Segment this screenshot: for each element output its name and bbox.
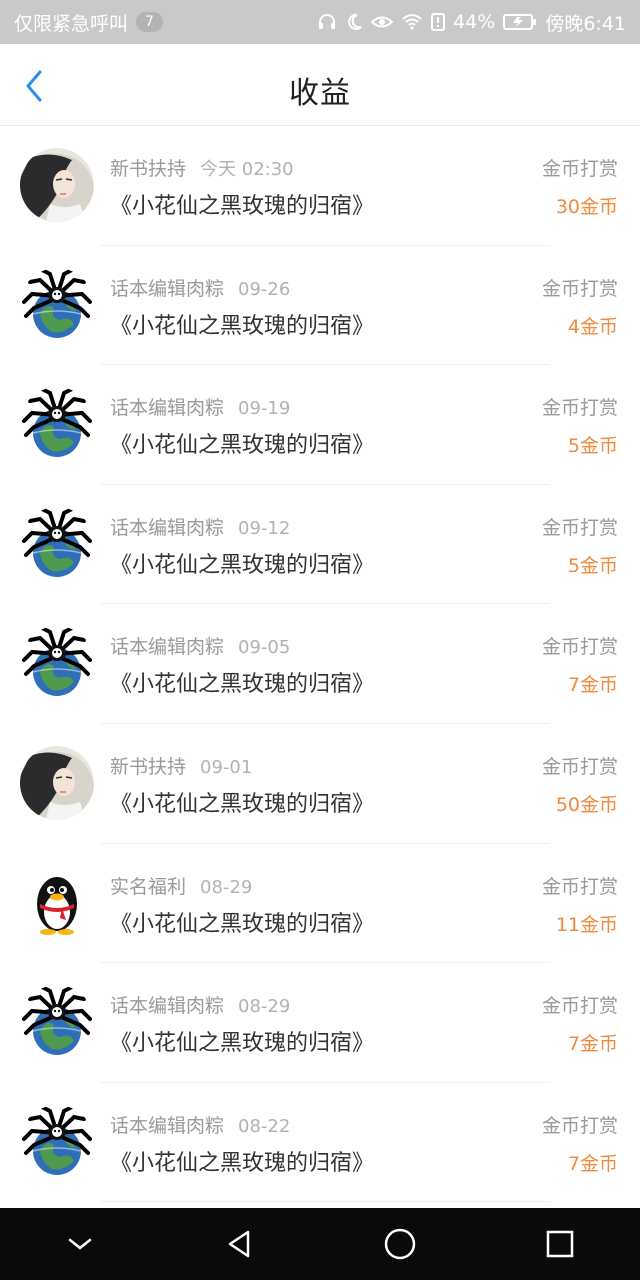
- item-source: 话本编辑肉粽: [110, 397, 225, 420]
- item-time: 今天 02:30: [200, 159, 294, 180]
- item-book-title: 《小花仙之黑玫瑰的归宿》: [110, 791, 375, 817]
- item-time: 08-22: [238, 1115, 291, 1137]
- home-circle-icon: [384, 1228, 416, 1260]
- moon-icon: [345, 13, 363, 31]
- item-book-title: 《小花仙之黑玫瑰的归宿》: [110, 672, 375, 698]
- item-amount: 11金币: [555, 913, 618, 936]
- status-right: 44% 傍晚6:41: [317, 9, 626, 36]
- item-reward-type: 金币打赏: [541, 158, 618, 180]
- item-reward-type: 金币打赏: [541, 277, 618, 300]
- item-amount: 4金币: [567, 315, 618, 338]
- eye-icon: [371, 13, 394, 31]
- item-source: 话本编辑肉粽: [110, 636, 225, 659]
- app-header: 收益: [0, 44, 640, 126]
- item-amount: 5金币: [567, 554, 618, 577]
- item-book-title: 《小花仙之黑玫瑰的归宿》: [110, 433, 375, 459]
- item-meta: 新书扶持 09-01: [110, 752, 252, 779]
- notification-count-badge: 7: [136, 12, 163, 32]
- item-amount: 30金币: [555, 196, 618, 218]
- item-book-title: 《小花仙之黑玫瑰的归宿》: [110, 1031, 375, 1057]
- item-source: 话本编辑肉粽: [110, 1114, 225, 1137]
- item-amount: 50金币: [555, 793, 618, 816]
- item-source: 话本编辑肉粽: [110, 277, 225, 300]
- item-time: 09-01: [200, 756, 253, 778]
- globe-spider-avatar[interactable]: [20, 267, 94, 342]
- recents-square-icon: [546, 1230, 574, 1258]
- penguin-avatar[interactable]: [20, 866, 94, 940]
- item-reward-type: 金币打赏: [541, 995, 618, 1018]
- row-divider: [100, 1201, 550, 1203]
- item-book-title: 《小花仙之黑玫瑰的归宿》: [110, 552, 375, 578]
- item-time: 08-29: [238, 996, 291, 1018]
- globe-spider-avatar[interactable]: [20, 387, 94, 461]
- item-book-title: 《小花仙之黑玫瑰的归宿》: [110, 1150, 375, 1176]
- earnings-list-item[interactable]: 话本编辑肉粽 08-22 《小花仙之黑玫瑰的归宿》 金币打赏 7金币: [0, 1083, 640, 1203]
- item-meta: 话本编辑肉粽 08-22: [110, 1111, 290, 1138]
- item-time: 09-12: [238, 517, 291, 539]
- carrier-text: 仅限紧急呼叫: [14, 12, 129, 35]
- item-time: 08-29: [200, 876, 253, 898]
- item-reward-type: 金币打赏: [541, 636, 618, 659]
- item-meta: 话本编辑肉粽 09-26: [110, 274, 290, 301]
- earnings-list-item[interactable]: 话本编辑肉粽 09-26 《小花仙之黑玫瑰的归宿》 金币打赏 4金币: [0, 246, 640, 366]
- item-reward-type: 金币打赏: [541, 1114, 618, 1137]
- collapse-button[interactable]: [50, 1214, 110, 1274]
- item-meta: 实名福利 08-29: [110, 872, 252, 899]
- earnings-list-item[interactable]: 话本编辑肉粽 09-19 《小花仙之黑玫瑰的归宿》 金币打赏 5金币: [0, 365, 640, 485]
- item-time: 09-05: [238, 637, 291, 659]
- item-reward-type: 金币打赏: [541, 516, 618, 539]
- nav-back-button[interactable]: [210, 1214, 270, 1274]
- earnings-list-item[interactable]: 实名福利 08-29 《小花仙之黑玫瑰的归宿》 金币打赏 11金币: [0, 844, 640, 964]
- earnings-list: 新书扶持 今天 02:30 《小花仙之黑玫瑰的归宿》 金币打赏 30金币 话本编辑肉粽 09…: [0, 126, 640, 1203]
- nav-home-button[interactable]: [370, 1214, 430, 1274]
- battery-percent: 44%: [453, 11, 496, 33]
- wifi-icon: [401, 13, 423, 31]
- collapse-icon: [68, 1238, 92, 1250]
- item-book-title: 《小花仙之黑玫瑰的归宿》: [110, 313, 375, 339]
- item-meta: 话本编辑肉粽 09-05: [110, 632, 290, 659]
- earnings-list-item[interactable]: 新书扶持 09-01 《小花仙之黑玫瑰的归宿》 金币打赏 50金币: [0, 724, 640, 844]
- item-source: 实名福利: [110, 875, 187, 898]
- earnings-list-item[interactable]: 话本编辑肉粽 08-29 《小花仙之黑玫瑰的归宿》 金币打赏 7金币: [0, 963, 640, 1083]
- item-meta: 话本编辑肉粽 09-12: [110, 513, 290, 540]
- globe-spider-avatar[interactable]: [20, 1104, 94, 1179]
- item-book-title: 《小花仙之黑玫瑰的归宿》: [110, 194, 375, 219]
- item-source: 新书扶持: [110, 158, 187, 180]
- earnings-list-item[interactable]: 新书扶持 今天 02:30 《小花仙之黑玫瑰的归宿》 金币打赏 30金币: [0, 126, 640, 246]
- clock-time: 傍晚6:41: [545, 12, 626, 35]
- earnings-list-item[interactable]: 话本编辑肉粽 09-05 《小花仙之黑玫瑰的归宿》 金币打赏 7金币: [0, 604, 640, 724]
- earnings-list-item[interactable]: 话本编辑肉粽 09-12 《小花仙之黑玫瑰的归宿》 金币打赏 5金币: [0, 485, 640, 605]
- item-meta: 话本编辑肉粽 09-19: [110, 393, 290, 420]
- item-meta: 话本编辑肉粽 08-29: [110, 991, 290, 1018]
- item-amount: 7金币: [567, 1033, 618, 1056]
- system-nav-bar: [0, 1208, 640, 1280]
- battery-icon: [503, 13, 537, 31]
- item-amount: 5金币: [567, 435, 618, 458]
- item-book-title: 《小花仙之黑玫瑰的归宿》: [110, 911, 375, 937]
- item-amount: 7金币: [567, 674, 618, 697]
- headset-icon: [317, 12, 337, 32]
- item-meta: 新书扶持 今天 02:30: [110, 154, 294, 181]
- item-time: 09-19: [238, 398, 291, 420]
- item-amount: 7金币: [567, 1152, 618, 1175]
- status-bar: 仅限紧急呼叫 7 44% 傍晚6:41: [0, 0, 640, 44]
- back-triangle-icon: [228, 1230, 250, 1258]
- globe-spider-avatar[interactable]: [20, 506, 94, 581]
- item-source: 话本编辑肉粽: [110, 995, 225, 1018]
- item-reward-type: 金币打赏: [541, 755, 618, 778]
- page-title: 收益: [289, 76, 351, 111]
- sim-alert-icon: [431, 13, 446, 31]
- item-source: 新书扶持: [110, 755, 187, 778]
- globe-spider-avatar[interactable]: [20, 985, 94, 1059]
- nav-recents-button[interactable]: [530, 1214, 590, 1274]
- item-time: 09-26: [238, 278, 291, 300]
- item-reward-type: 金币打赏: [541, 875, 618, 898]
- item-source: 话本编辑肉粽: [110, 516, 225, 539]
- item-reward-type: 金币打赏: [541, 397, 618, 420]
- illustrated-character-avatar[interactable]: [20, 148, 94, 222]
- illustrated-character-avatar[interactable]: [20, 745, 94, 820]
- globe-spider-avatar[interactable]: [20, 626, 94, 700]
- status-left: 仅限紧急呼叫 7: [14, 9, 163, 36]
